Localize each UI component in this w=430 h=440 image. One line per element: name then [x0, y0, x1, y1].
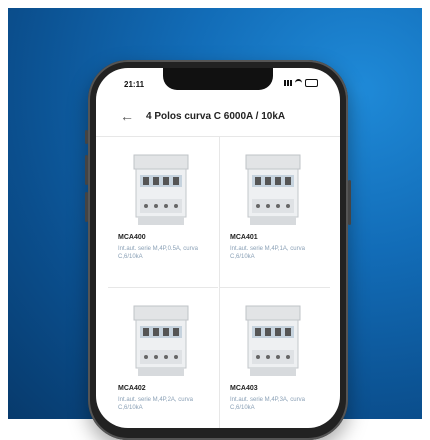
power-button	[348, 180, 351, 225]
product-card[interactable]: MCA401 Int.aut. serie M,4P,1A, curva C,6…	[219, 137, 330, 287]
breaker-image	[133, 305, 189, 376]
app-header: ← 4 Polos curva C 6000A / 10kA	[96, 100, 340, 136]
breaker-image	[245, 154, 301, 225]
battery-icon	[305, 79, 318, 87]
page-title: 4 Polos curva C 6000A / 10kA	[146, 111, 286, 122]
volume-up-button	[85, 155, 88, 185]
product-code: MCA403	[230, 385, 258, 392]
status-icons	[284, 79, 318, 87]
breaker-image	[245, 305, 301, 376]
phone-screen: 21:11 ← 4 Polos curva C 6000A / 10kA MCA…	[96, 68, 340, 428]
breaker-image	[133, 154, 189, 225]
product-card[interactable]: MCA403 Int.aut. serie M,4P,3A, curva C,6…	[219, 287, 330, 428]
product-description: Int.aut. serie M,4P,1A, curva C,6/10kA	[230, 246, 305, 260]
product-card[interactable]: MCA400 Int.aut. serie M,4P,0.5A, curva C…	[108, 137, 218, 287]
wifi-icon	[295, 79, 302, 87]
product-code: MCA402	[118, 385, 146, 392]
product-description: Int.aut. serie M,4P,0.5A, curva C,6/10kA	[118, 246, 198, 260]
product-description: Int.aut. serie M,4P,2A, curva C,6/10kA	[118, 397, 193, 411]
photo-frame: 21:11 ← 4 Polos curva C 6000A / 10kA MCA…	[0, 0, 430, 440]
product-code: MCA401	[230, 234, 258, 241]
status-time: 21:11	[124, 80, 145, 89]
status-bar: 21:11	[96, 68, 340, 100]
signal-icon	[284, 80, 292, 86]
product-card[interactable]: MCA402 Int.aut. serie M,4P,2A, curva C,6…	[108, 287, 218, 428]
product-code: MCA400	[118, 234, 146, 241]
mute-switch	[85, 130, 88, 144]
product-description: Int.aut. serie M,4P,3A, curva C,6/10kA	[230, 397, 305, 411]
product-grid: MCA400 Int.aut. serie M,4P,0.5A, curva C…	[96, 136, 340, 428]
volume-down-button	[85, 192, 88, 222]
arrow-left-icon[interactable]: ←	[120, 108, 134, 124]
